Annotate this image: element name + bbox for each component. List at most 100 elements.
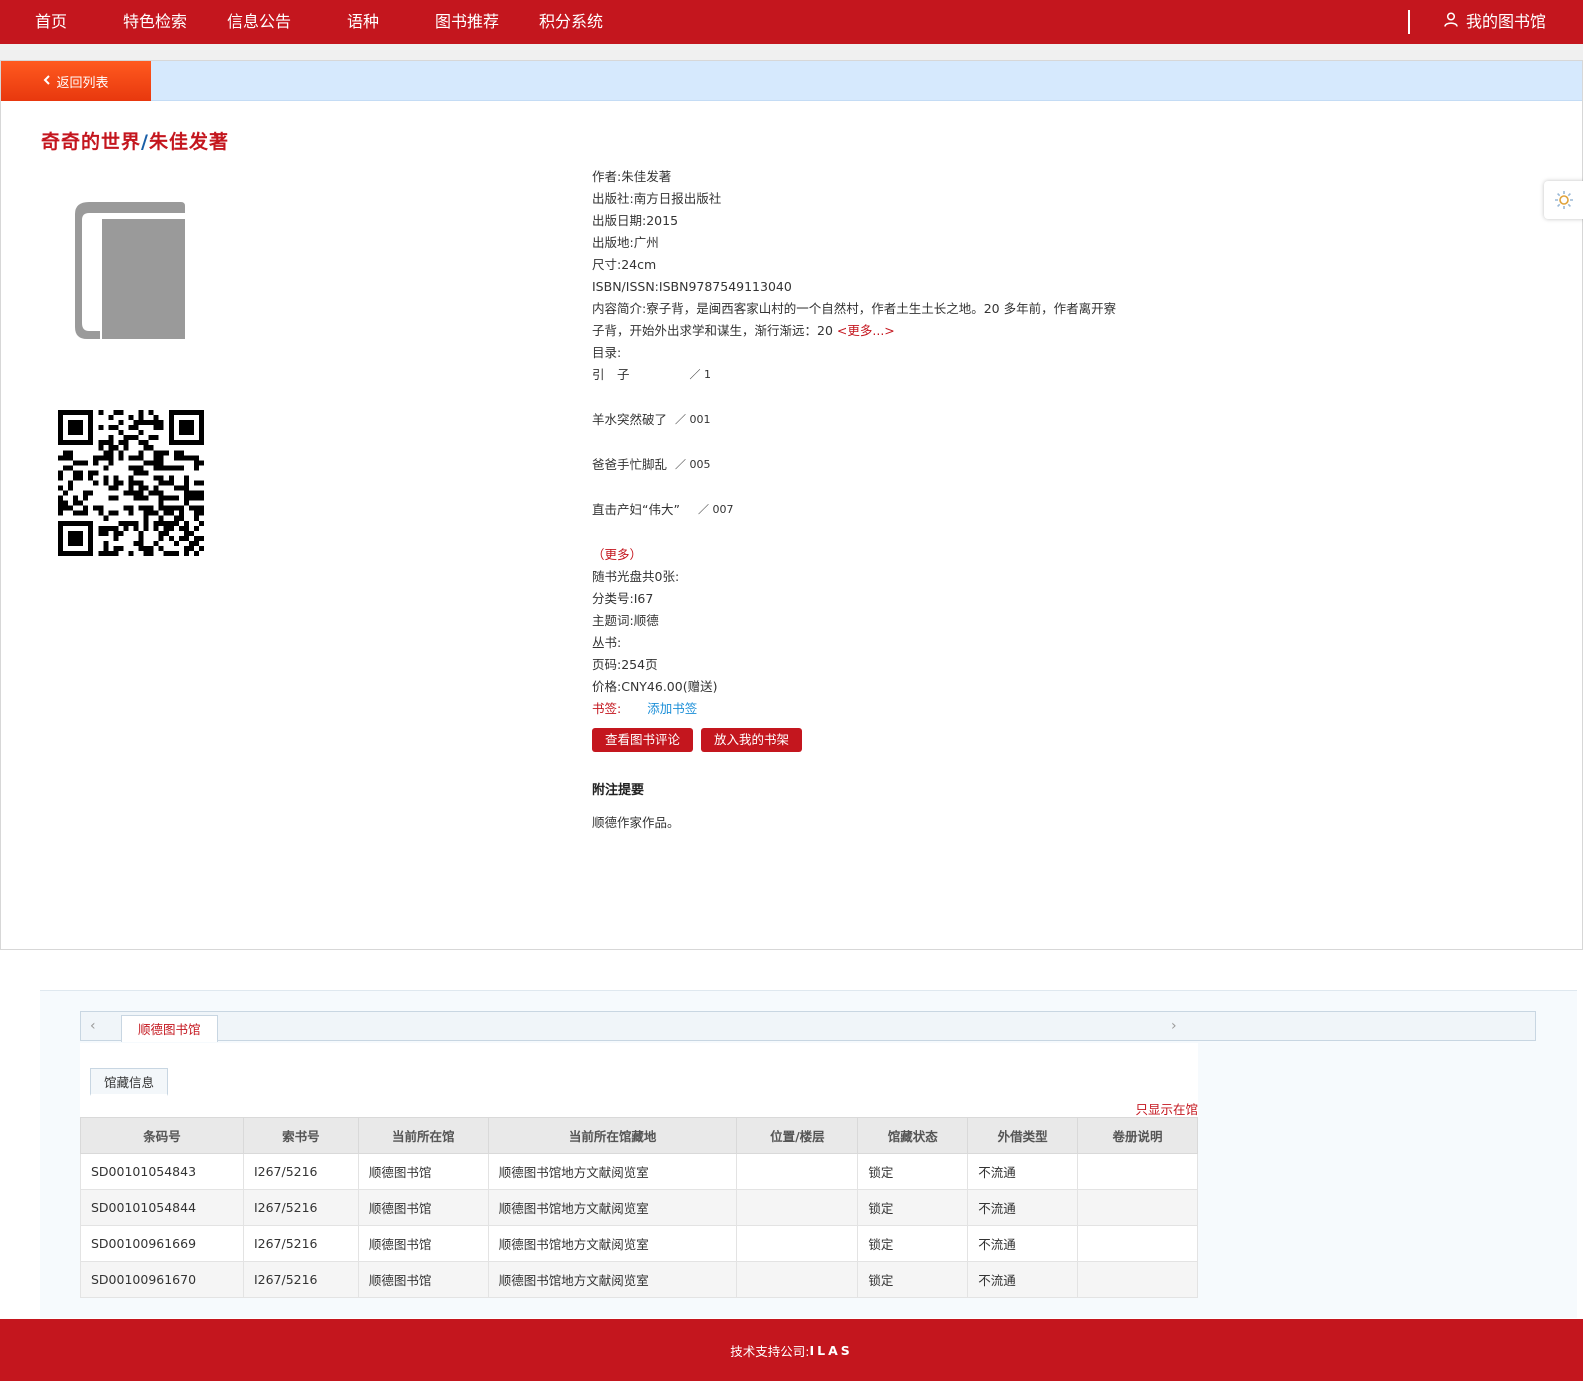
nav-points-system[interactable]: 积分系统 [539, 0, 603, 44]
table-row[interactable]: SD00100961669 I267/5216 顺德图书馆 顺德图书馆地方文献阅览室 锁… [80, 1225, 1198, 1262]
top-nav: 首页 特色检索 信息公告 语种 图书推荐 积分系统 我的图书馆 [0, 0, 1583, 44]
meta-field-row: 出版地:广州 [592, 232, 1122, 254]
meta-field-row: 出版社:南方日报出版社 [592, 188, 1122, 210]
table-cell [736, 1153, 859, 1190]
table-cell [1077, 1189, 1198, 1226]
column-header: 当前所在馆藏地 [487, 1117, 738, 1154]
add-bookmark-link[interactable]: 添加书签 [647, 701, 697, 716]
table-cell: SD00100961669 [80, 1225, 244, 1262]
nav-announcements[interactable]: 信息公告 [227, 0, 291, 44]
tab-shunde-library[interactable]: 顺德图书馆 [121, 1015, 218, 1042]
user-icon [1444, 0, 1458, 44]
table-cell [1077, 1225, 1198, 1262]
meta-field-row: 价格:CNY46.00(赠送) [592, 676, 1122, 698]
meta-field-value: 254页 [621, 657, 658, 672]
nav-languages[interactable]: 语种 [347, 0, 379, 44]
table-cell: I267/5216 [242, 1153, 359, 1190]
back-to-list-label: 返回列表 [56, 75, 109, 91]
table-cell: SD00101054844 [80, 1189, 244, 1226]
table-cell [736, 1261, 859, 1298]
nav-home[interactable]: 首页 [35, 0, 67, 44]
nav-spacer [0, 44, 1583, 60]
table-cell: I267/5216 [242, 1189, 359, 1226]
meta-field-label: 分类号: [592, 591, 634, 606]
table-cell: 顺德图书馆地方文献阅览室 [487, 1225, 738, 1262]
column-header: 当前所在馆 [357, 1117, 489, 1154]
table-cell: 顺德图书馆地方文献阅览室 [487, 1189, 738, 1226]
meta-field-label: 出版社: [592, 191, 634, 206]
qr-code-icon [58, 410, 204, 560]
meta-field-value: 24cm [621, 257, 657, 272]
table-cell: 顺德图书馆地方文献阅览室 [487, 1153, 738, 1190]
column-header: 位置/楼层 [736, 1117, 859, 1154]
only-in-library-link[interactable]: 只显示在馆 [1135, 1099, 1198, 1118]
book-detail-panel: 返回列表 奇奇的世界/朱佳发著 作者:朱佳发著 出版社:南方日报出版社 出版日期:2… [0, 60, 1583, 950]
meta-field-label: 丛书: [592, 635, 622, 650]
add-to-shelf-button[interactable]: 放入我的书架 [701, 728, 803, 752]
meta-field-row: 出版日期:2015 [592, 210, 1122, 232]
table-cell: 不流通 [967, 1153, 1079, 1190]
meta-field-row: 分类号:I67 [592, 588, 1122, 610]
column-header: 条码号 [80, 1117, 244, 1154]
tab-holdings-info[interactable]: 馆藏信息 [90, 1068, 169, 1096]
toc-more-open: （ [592, 547, 605, 562]
table-cell: 顺德图书馆 [357, 1189, 489, 1226]
toc-page: ／ 001 [675, 413, 711, 426]
meta-field-row: 尺寸:24cm [592, 254, 1122, 276]
summary-more-link[interactable]: <更多...> [837, 323, 895, 338]
holdings-table: 条码号 索书号 当前所在馆 当前所在馆藏地 位置/楼层 馆藏状态 外借类型 卷册说明 SD00… [80, 1117, 1198, 1298]
meta-field-row: ISBN/ISSN:ISBN9787549113040 [592, 276, 1122, 298]
nav-special-search[interactable]: 特色检索 [123, 0, 187, 44]
table-cell: SD00101054843 [80, 1153, 244, 1190]
table-cell: I267/5216 [242, 1225, 359, 1262]
column-header: 馆藏状态 [857, 1117, 969, 1154]
table-cell: 锁定 [857, 1261, 969, 1298]
back-to-list-button[interactable]: 返回列表 [1, 61, 151, 101]
toc-label: 目录: [592, 345, 622, 360]
meta-field-row: 丛书: [592, 632, 1122, 654]
meta-field-label: 出版地: [592, 235, 634, 250]
table-cell [1077, 1153, 1198, 1190]
view-reviews-button[interactable]: 查看图书评论 [592, 728, 694, 752]
holdings-section: ‹ 顺德图书馆 › 馆藏信息 只显示在馆 条码号 索书号 当前所在馆 当前所在馆藏地位… [40, 990, 1577, 1318]
meta-field-row: 随书光盘共0张: [592, 566, 1122, 588]
toc-title: 爸爸手忙脚乱 [592, 457, 668, 472]
arrow-right-icon[interactable]: › [1171, 1018, 1177, 1034]
meta-field-label: 出版日期: [592, 213, 647, 228]
summary-label: 内容简介: [592, 301, 647, 316]
toc-item: 羊水突然破了 ／ 001 [592, 409, 1122, 454]
meta-field-label: 尺寸: [592, 257, 622, 272]
meta-field-label: ISBN/ISSN: [592, 279, 659, 294]
table-cell: 锁定 [857, 1189, 969, 1226]
table-row[interactable]: SD00101054844 I267/5216 顺德图书馆 顺德图书馆地方文献阅览室 锁… [80, 1189, 1198, 1226]
nav-book-recommend[interactable]: 图书推荐 [435, 0, 499, 44]
meta-field-value: I67 [633, 591, 654, 606]
action-buttons: 查看图书评论 放入我的书架 [592, 728, 1122, 752]
table-row[interactable]: SD00100961670 I267/5216 顺德图书馆 顺德图书馆地方文献阅览室 锁… [80, 1261, 1198, 1298]
arrow-left-icon[interactable]: ‹ [90, 1018, 96, 1034]
table-cell: 锁定 [857, 1225, 969, 1262]
table-cell: I267/5216 [242, 1261, 359, 1298]
back-bar: 返回列表 [1, 61, 1582, 101]
meta-field-value: 顺德 [633, 613, 659, 628]
toc-item: 引 子 ／ 1 [592, 364, 1122, 409]
table-cell: 不流通 [967, 1225, 1079, 1262]
toc-page: ／ 005 [675, 458, 711, 471]
table-cell: 顺德图书馆 [357, 1225, 489, 1262]
toc-more-link[interactable]: 更多 [605, 547, 630, 562]
toc-title: 引 子 [592, 367, 630, 382]
my-library-link[interactable]: 我的图书馆 [1444, 0, 1546, 44]
toc-more-row: （更多） [592, 544, 1122, 566]
meta-field-value: 2015 [646, 213, 679, 228]
table-row[interactable]: SD00101054843 I267/5216 顺德图书馆 顺德图书馆地方文献阅览室 锁… [80, 1153, 1198, 1190]
bookmark-row: 书签: 添加书签 [592, 698, 1122, 720]
table-cell [736, 1225, 859, 1262]
meta-field-label: 作者: [592, 169, 622, 184]
settings-icon[interactable] [1544, 181, 1583, 219]
toc-page: ／ 007 [697, 503, 734, 516]
book-title-responsibility: 朱佳发著 [148, 131, 229, 153]
footer-label: 技术支持公司: [730, 1343, 810, 1359]
notes-body: 顺德作家作品。 [592, 815, 680, 830]
footer: 技术支持公司: ILAS [0, 1319, 1583, 1381]
my-library-label: 我的图书馆 [1466, 12, 1547, 31]
